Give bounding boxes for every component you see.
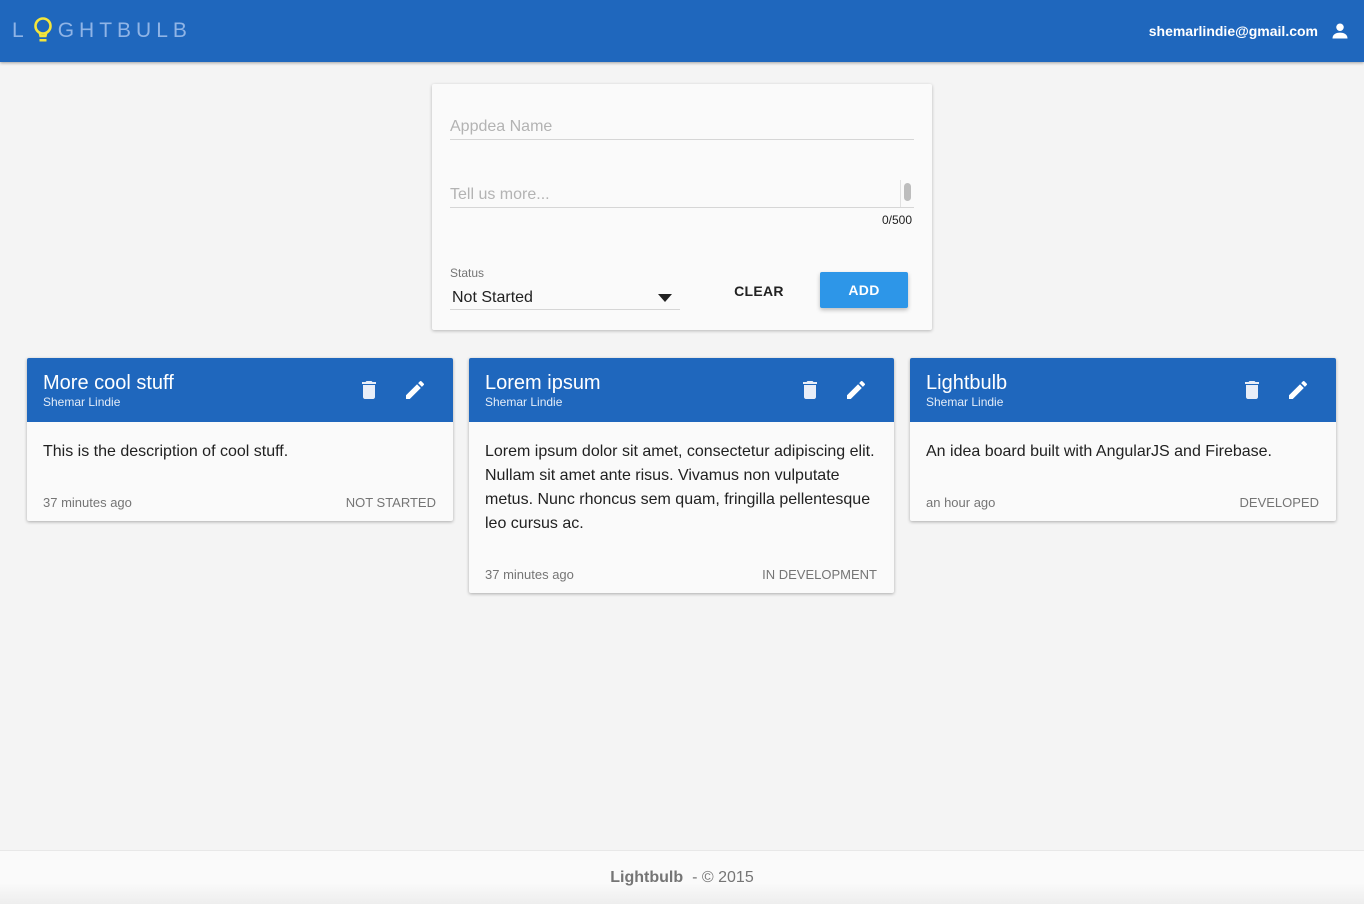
- delete-icon[interactable]: [798, 378, 822, 402]
- card-footer: 37 minutes ago NOT STARTED: [27, 478, 453, 521]
- user-email: shemarlindie@gmail.com: [1148, 23, 1318, 39]
- card-status: IN DEVELOPMENT: [762, 566, 877, 582]
- textarea-scrollbar[interactable]: [900, 180, 914, 207]
- card-timestamp: 37 minutes ago: [43, 494, 132, 510]
- card-author: Shemar Lindie: [485, 395, 563, 409]
- status-selected-value: Not Started: [452, 289, 533, 306]
- card-status: NOT STARTED: [345, 494, 436, 510]
- idea-description-field[interactable]: [450, 180, 914, 208]
- edit-pencil-icon[interactable]: [844, 378, 868, 402]
- footer-brand: Lightbulb: [610, 868, 684, 886]
- logo-text-end: GHTBULB: [57, 19, 192, 42]
- dropdown-arrow-icon: [658, 294, 672, 302]
- edit-pencil-icon[interactable]: [403, 378, 427, 402]
- character-counter: 0/500: [881, 213, 912, 227]
- card-title: Lightbulb: [926, 372, 1008, 394]
- clear-button[interactable]: CLEAR: [722, 273, 796, 309]
- idea-card: Lorem ipsum Shemar Lindie Lorem ipsum do…: [469, 358, 894, 593]
- user-menu[interactable]: shemarlindie@gmail.com: [1149, 21, 1350, 41]
- card-status: DEVELOPED: [1239, 494, 1319, 510]
- card-title: Lorem ipsum: [485, 372, 601, 394]
- card-description: An idea board built with AngularJS and F…: [926, 443, 1272, 460]
- status-select[interactable]: Not Started: [450, 287, 680, 310]
- delete-icon[interactable]: [1240, 378, 1264, 402]
- card-timestamp: 37 minutes ago: [485, 566, 574, 582]
- idea-name-input[interactable]: [450, 118, 914, 136]
- idea-card: More cool stuff Shemar Lindie This is th…: [27, 358, 453, 521]
- card-description: Lorem ipsum dolor sit amet, consectetur …: [485, 443, 875, 532]
- lightbulb-icon: [33, 17, 52, 42]
- account-icon[interactable]: [1330, 21, 1350, 41]
- logo-text-start: L: [12, 19, 29, 42]
- card-title: More cool stuff: [43, 372, 174, 394]
- card-header: Lightbulb Shemar Lindie: [910, 358, 1336, 422]
- card-footer: 37 minutes ago IN DEVELOPMENT: [469, 550, 894, 593]
- card-timestamp: an hour ago: [926, 494, 996, 510]
- card-footer: an hour ago DEVELOPED: [910, 478, 1336, 521]
- idea-description-input[interactable]: [450, 180, 914, 206]
- status-label: Status: [450, 266, 485, 280]
- idea-card: Lightbulb Shemar Lindie An idea board bu…: [910, 358, 1336, 521]
- app-logo[interactable]: L GHTBULB: [12, 17, 192, 45]
- card-author: Shemar Lindie: [43, 395, 121, 409]
- scrollbar-thumb[interactable]: [904, 183, 911, 201]
- edit-pencil-icon[interactable]: [1286, 378, 1310, 402]
- page-footer: Lightbulb - © 2015: [0, 850, 1364, 904]
- delete-icon[interactable]: [357, 378, 381, 402]
- footer-copyright: - © 2015: [692, 868, 754, 886]
- card-author: Shemar Lindie: [926, 395, 1004, 409]
- card-header: Lorem ipsum Shemar Lindie: [469, 358, 894, 422]
- card-header: More cool stuff Shemar Lindie: [27, 358, 453, 422]
- idea-name-field[interactable]: [450, 118, 914, 140]
- top-app-bar: L GHTBULB shemarlindie@gmail.com: [0, 0, 1364, 62]
- card-description: This is the description of cool stuff.: [43, 443, 289, 460]
- add-button[interactable]: ADD: [820, 272, 908, 308]
- new-idea-form: 0/500 Status Not Started CLEAR ADD: [432, 84, 932, 330]
